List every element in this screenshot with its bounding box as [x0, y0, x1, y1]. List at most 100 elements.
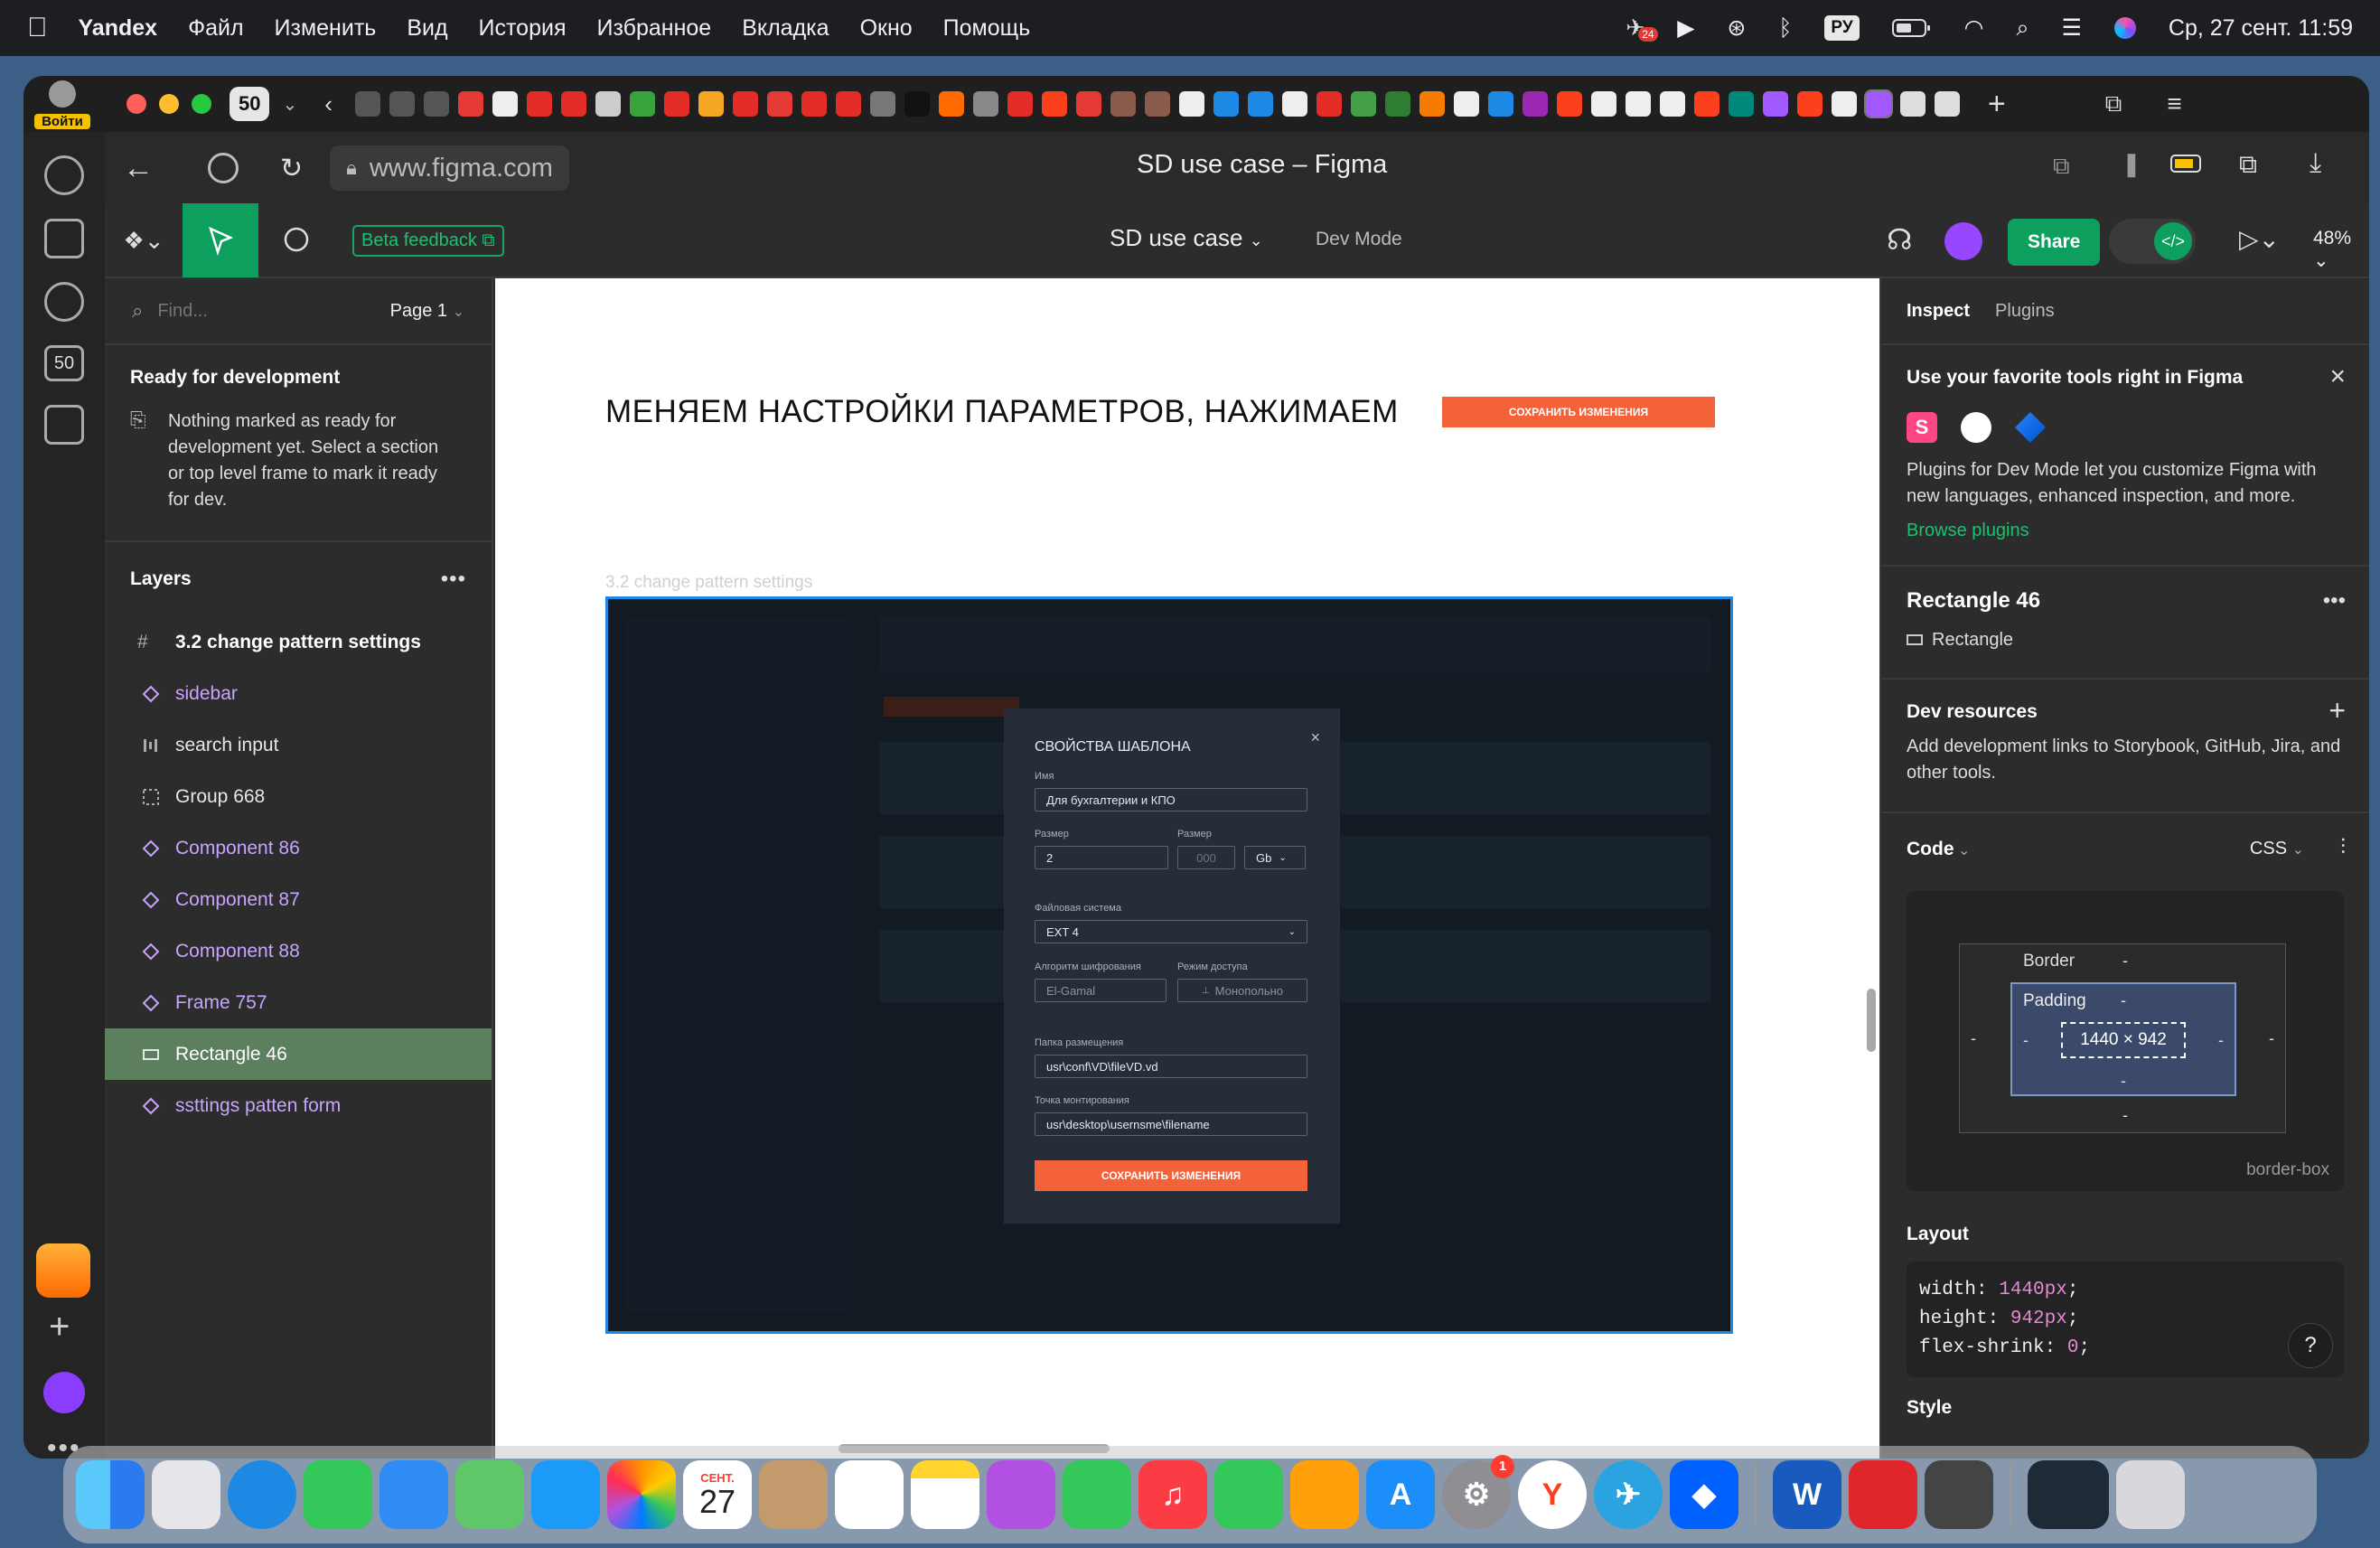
menu-file[interactable]: Файл — [188, 15, 243, 42]
tab-favicon[interactable] — [492, 91, 518, 117]
side-counter[interactable]: 50 — [44, 345, 84, 381]
photos-icon[interactable] — [607, 1460, 676, 1529]
youtube-tab-icon[interactable] — [526, 91, 552, 117]
selected-frame[interactable]: СВОЙСТВА ШАБЛОНА × Имя Для бухгалтерии и… — [605, 596, 1733, 1334]
history-icon[interactable] — [44, 155, 84, 195]
page-selector[interactable]: Page 1 ⌄ — [390, 301, 464, 322]
menu-edit[interactable]: Изменить — [275, 15, 377, 42]
battery-saver-icon[interactable] — [2170, 152, 2207, 175]
youtube-tab-icon[interactable] — [560, 91, 586, 117]
algo-input[interactable]: El-Gamal — [1035, 979, 1167, 1002]
tab-favicon[interactable] — [457, 91, 483, 117]
yandex-browser-icon[interactable]: Y — [1518, 1460, 1587, 1529]
browse-plugins-link[interactable]: Browse plugins — [1907, 521, 2344, 541]
tab-inspect[interactable]: Inspect — [1907, 301, 1970, 322]
size2-input[interactable]: 000 — [1177, 846, 1235, 869]
window-thumbnail-icon[interactable] — [2028, 1460, 2109, 1529]
downloads-icon[interactable]: ⤓ — [2310, 148, 2321, 179]
menu-view[interactable]: Вид — [407, 15, 447, 42]
new-tab-button[interactable]: + — [1988, 87, 2006, 122]
menu-history[interactable]: История — [479, 15, 567, 42]
yandex-tab-icon[interactable] — [1556, 91, 1582, 117]
tab-favicon[interactable] — [698, 91, 724, 117]
yandex-tab-icon[interactable] — [1041, 91, 1067, 117]
size-input[interactable]: 2 — [1035, 846, 1168, 869]
more-options-icon[interactable]: ••• — [441, 567, 466, 592]
tab-favicon[interactable] — [904, 91, 930, 117]
back-icon[interactable]: ← — [123, 151, 154, 186]
tab-favicon[interactable] — [766, 91, 792, 117]
tab-favicon[interactable] — [629, 91, 655, 117]
menu-tab[interactable]: Вкладка — [742, 15, 829, 42]
bluetooth-icon[interactable]: ᛒ — [1778, 15, 1792, 42]
find-input[interactable] — [157, 300, 339, 322]
tab-favicon[interactable] — [1453, 91, 1479, 117]
tab-favicon[interactable] — [1247, 91, 1273, 117]
tab-favicon[interactable] — [1659, 91, 1685, 117]
layer-frame[interactable]: # 3.2 change pattern settings — [105, 616, 492, 668]
control-center-icon[interactable]: ☰ — [2061, 14, 2081, 42]
fs-select[interactable]: EXT 4 ⌄ — [1035, 920, 1307, 943]
tab-favicon[interactable] — [595, 91, 621, 117]
youtube-tab-icon[interactable] — [663, 91, 689, 117]
chevron-down-icon[interactable]: ⌄ — [282, 93, 297, 116]
reminders-icon[interactable] — [835, 1460, 904, 1529]
account-button[interactable]: Войти — [34, 79, 90, 129]
tab-favicon[interactable] — [1110, 91, 1136, 117]
reload-icon[interactable]: ↻ — [280, 153, 303, 184]
figma-tab-icon[interactable] — [1762, 91, 1788, 117]
layer-item[interactable]: ssttings patten form — [105, 1080, 492, 1131]
tab-favicon[interactable] — [972, 91, 998, 117]
trash-icon[interactable] — [2116, 1460, 2185, 1529]
name-input[interactable]: Для бухгалтерии и КПО — [1035, 788, 1307, 812]
notes-icon[interactable] — [911, 1460, 979, 1529]
folder-input[interactable]: usr\conf\VD\fileVD.vd — [1035, 1055, 1307, 1078]
tab-favicon[interactable] — [1899, 91, 1926, 117]
extensions-icon[interactable]: ⧉ — [2239, 150, 2257, 180]
add-resource-icon[interactable]: + — [2328, 694, 2346, 727]
add-panel-icon[interactable]: + — [49, 1307, 70, 1347]
dropbox-icon[interactable]: ◆ — [1670, 1460, 1738, 1529]
dev-mode-toggle[interactable]: </> — [2109, 219, 2196, 264]
music-icon[interactable]: ♫ — [1138, 1460, 1207, 1529]
unit-select[interactable]: Gb ⌄ — [1244, 846, 1306, 869]
telegram-status-icon[interactable]: ✈ 24 — [1626, 14, 1658, 42]
layer-item[interactable]: Component 88 — [105, 925, 492, 977]
wifi-icon[interactable]: ◠ — [1964, 14, 1984, 42]
tab-favicon[interactable] — [1934, 91, 1960, 117]
tab-favicon[interactable] — [1419, 91, 1445, 117]
vertical-scrollbar[interactable] — [1867, 989, 1876, 1052]
layer-item[interactable]: Frame 757 — [105, 977, 492, 1028]
maps-icon[interactable] — [455, 1460, 524, 1529]
translate-icon[interactable]: ⧉ — [2053, 152, 2070, 181]
calendar-icon[interactable]: СЕНТ. 27 — [683, 1460, 752, 1529]
mail-icon[interactable] — [379, 1460, 448, 1529]
window-close-button[interactable] — [126, 94, 146, 114]
figma-tab-icon[interactable] — [1863, 89, 1893, 118]
youtube-tab-icon[interactable] — [732, 91, 758, 117]
menu-window[interactable]: Окно — [860, 15, 913, 42]
present-icon[interactable]: ▷⌄ — [2239, 224, 2280, 254]
keyboard-layout-indicator[interactable]: РУ — [1824, 15, 1860, 41]
messages-icon[interactable] — [304, 1460, 372, 1529]
layer-item[interactable]: sidebar — [105, 668, 492, 719]
code-settings-icon[interactable]: ⫶ — [2340, 835, 2346, 860]
yandex-logo-icon[interactable] — [208, 153, 239, 183]
modal-close-icon[interactable]: × — [1310, 728, 1320, 747]
tab-favicon[interactable] — [354, 91, 380, 117]
yandex-tab-icon[interactable] — [1796, 91, 1822, 117]
play-status-icon[interactable]: ▶ — [1677, 14, 1694, 42]
yandex-tab-icon[interactable] — [1693, 91, 1719, 117]
window-zoom-button[interactable] — [192, 94, 211, 114]
tab-favicon[interactable] — [423, 91, 449, 117]
mount-input[interactable]: usr\desktop\usernsme\filename — [1035, 1112, 1307, 1136]
layer-item[interactable]: Component 87 — [105, 874, 492, 925]
beta-feedback-button[interactable]: Beta feedback ⧉ — [352, 224, 504, 257]
tab-favicon[interactable] — [1350, 91, 1376, 117]
access-input[interactable]: ⊥ Монопольно — [1177, 979, 1307, 1002]
tab-favicon[interactable] — [1144, 91, 1170, 117]
comment-tool[interactable] — [258, 203, 334, 277]
mail-app-icon[interactable] — [36, 1243, 90, 1298]
word-icon[interactable]: W — [1773, 1460, 1841, 1529]
screenshot-icon[interactable] — [44, 405, 84, 445]
